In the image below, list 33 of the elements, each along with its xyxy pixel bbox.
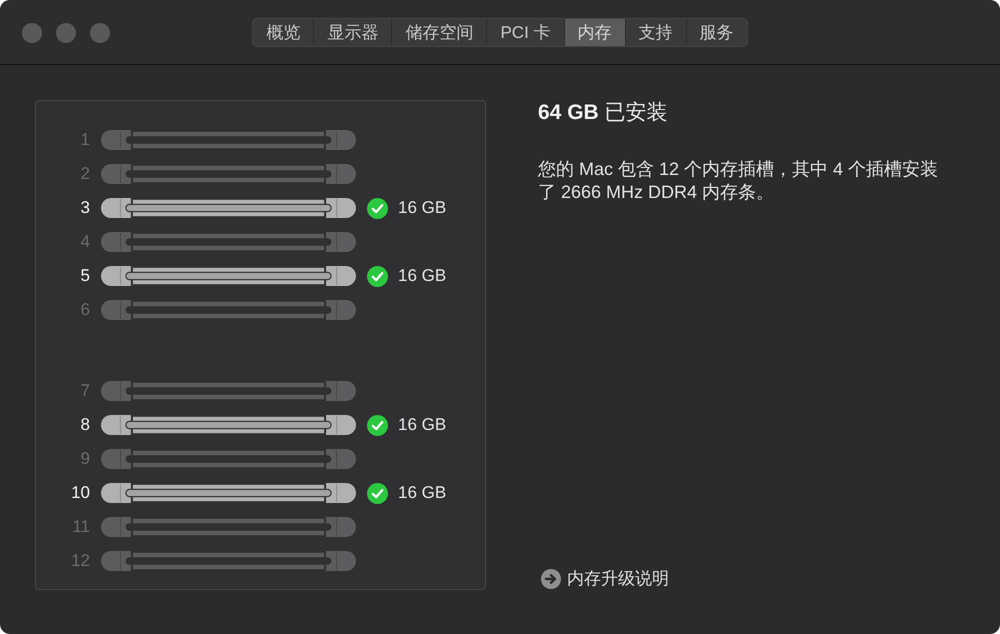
slot-number: 1 [80,130,90,150]
slot-number: 10 [70,483,90,503]
zoom-button[interactable] [90,23,110,43]
tab[interactable]: 内存 [564,19,625,46]
memory-description: 您的 Mac 包含 12 个内存插槽，其中 4 个插槽安装了 2666 MHz DDR4 内存条。 [538,158,940,204]
tab[interactable]: 储存空间 [391,19,486,46]
slot-number: 5 [80,266,90,286]
slot-number: 6 [80,300,90,320]
tab[interactable]: 服务 [686,19,747,46]
slot-number: 12 [70,551,90,571]
checkmark-icon [367,266,388,286]
tab[interactable]: 概览 [253,19,314,46]
slot-number: 4 [80,232,90,252]
memory-upgrade-link[interactable]: 内存升级说明 [541,568,669,590]
capacity-label: 16 GB [398,266,446,286]
checkmark-icon [367,198,388,218]
slot-number: 9 [80,449,90,469]
checkmark-icon [367,482,388,504]
installed-memory-title: 64 GB 已安装 [538,100,669,126]
arrow-circle-icon [541,569,561,589]
slot-number: 8 [80,415,90,435]
minimize-button[interactable] [56,23,76,43]
checkmark-icon [367,414,388,436]
slot-number: 11 [71,517,90,537]
slot-number: 3 [80,198,90,218]
capacity-label: 16 GB [398,415,446,435]
capacity-label: 16 GB [398,198,446,218]
tab[interactable]: 显示器 [313,19,392,46]
capacity-label: 16 GB [398,483,446,503]
tab[interactable]: 支持 [624,19,686,46]
slot-number: 2 [80,164,90,184]
slot-number: 7 [80,381,90,401]
close-button[interactable] [22,23,42,43]
